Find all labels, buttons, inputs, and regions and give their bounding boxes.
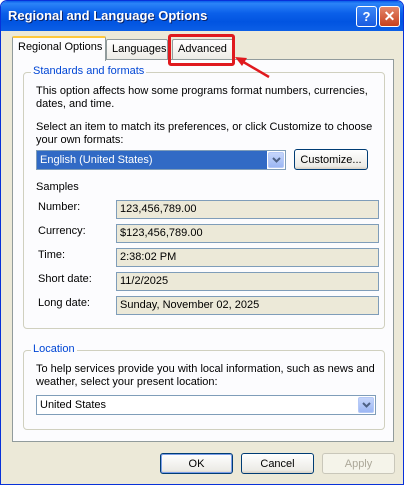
tab-regional-options[interactable]: Regional Options bbox=[12, 36, 106, 61]
window-title: Regional and Language Options bbox=[8, 8, 208, 23]
pointer-arrow-icon bbox=[235, 57, 270, 79]
sample-label: Short date: bbox=[38, 273, 92, 285]
sample-long-date-value: Sunday, November 02, 2025 bbox=[116, 296, 379, 315]
sample-number-value: 123,456,789.00 bbox=[116, 200, 379, 219]
format-select[interactable]: English (United States) bbox=[36, 150, 286, 170]
sample-currency-value: $123,456,789.00 bbox=[116, 224, 379, 243]
location-select[interactable]: United States bbox=[36, 395, 376, 415]
close-icon: ✕ bbox=[383, 8, 396, 24]
chevron-down-icon[interactable] bbox=[358, 397, 374, 413]
help-icon: ? bbox=[362, 9, 371, 24]
advanced-tab-highlight bbox=[168, 34, 235, 66]
sample-label: Long date: bbox=[38, 297, 90, 309]
standards-legend: Standards and formats bbox=[31, 65, 147, 77]
sample-short-date-value: 11/2/2025 bbox=[116, 272, 379, 291]
help-button[interactable]: ? bbox=[356, 6, 377, 27]
ok-button[interactable]: OK bbox=[160, 453, 233, 474]
tab-languages[interactable]: Languages bbox=[106, 39, 168, 60]
sample-label: Time: bbox=[38, 249, 66, 261]
cancel-button[interactable]: Cancel bbox=[241, 453, 314, 474]
chevron-down-icon[interactable] bbox=[268, 152, 284, 168]
dialog-window: Regional and Language Options ? ✕ Region… bbox=[0, 0, 404, 485]
sample-label: Number: bbox=[38, 201, 81, 213]
sample-label: Currency: bbox=[38, 225, 86, 237]
samples-heading: Samples bbox=[36, 181, 79, 193]
title-bar[interactable]: Regional and Language Options ? ✕ bbox=[1, 1, 403, 31]
location-description: To help services provide you with local … bbox=[36, 363, 375, 388]
customize-button[interactable]: Customize... bbox=[294, 149, 368, 170]
standards-description: This option affects how some programs fo… bbox=[36, 85, 368, 110]
location-group: Location To help services provide you wi… bbox=[23, 343, 385, 430]
tab-panel: Standards and formats This option affect… bbox=[12, 59, 394, 442]
location-legend: Location bbox=[31, 343, 77, 355]
close-button[interactable]: ✕ bbox=[379, 6, 400, 27]
format-select-value: English (United States) bbox=[37, 151, 267, 169]
standards-instruction: Select an item to match its preferences,… bbox=[36, 121, 373, 146]
location-select-value: United States bbox=[40, 399, 107, 411]
sample-time-value: 2:38:02 PM bbox=[116, 248, 379, 267]
standards-and-formats-group: Standards and formats This option affect… bbox=[23, 65, 385, 329]
apply-button[interactable]: Apply bbox=[322, 453, 395, 474]
